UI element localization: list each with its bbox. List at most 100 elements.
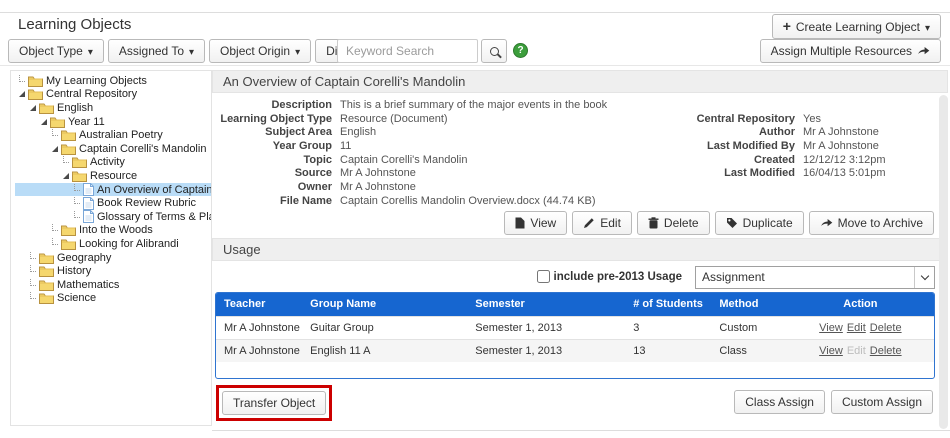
- tree-item-label: Into the Woods: [79, 224, 153, 236]
- delete-button-label: Delete: [664, 216, 699, 230]
- folder-icon: [72, 170, 87, 182]
- delete-link[interactable]: Delete: [870, 345, 902, 357]
- tree-item-central-repository[interactable]: Central Repository: [15, 88, 211, 102]
- move-to-archive-button-label: Move to Archive: [838, 216, 923, 230]
- annotation-highlight-box: Transfer Object: [216, 385, 332, 421]
- detail-value: [795, 181, 944, 195]
- detail-value: This is a brief summary of the major eve…: [332, 99, 577, 113]
- tree-collapse-toggle[interactable]: [61, 170, 71, 182]
- tree-item-geography[interactable]: Geography: [15, 251, 211, 265]
- detail-value: Mr A Johnstone: [795, 140, 944, 154]
- tree-connector: [50, 129, 60, 141]
- column-header-method: Method: [711, 293, 786, 316]
- select-dropdown-button[interactable]: [914, 267, 934, 288]
- tree-item-label: Year 11: [68, 116, 105, 128]
- view-button[interactable]: View: [504, 211, 567, 235]
- tree-item-label: Science: [57, 292, 96, 304]
- duplicate-button[interactable]: Duplicate: [715, 211, 804, 235]
- detail-label: Central Repository: [577, 113, 795, 127]
- detail-value: [795, 99, 944, 113]
- custom-assign-button[interactable]: Custom Assign: [831, 390, 933, 414]
- tree-connector: [72, 184, 82, 196]
- move-to-archive-button[interactable]: Move to Archive: [809, 211, 934, 235]
- folder-icon: [61, 238, 76, 250]
- table-cell: Custom: [711, 316, 786, 339]
- tree-item-an-overview-of-captain-corelli-s-mandolin[interactable]: An Overview of Captain Corelli's Mandoli…: [15, 183, 211, 197]
- usage-type-select[interactable]: Assignment: [695, 266, 935, 289]
- tree-item-label: Central Repository: [46, 88, 137, 100]
- edit-icon: [583, 217, 595, 229]
- tree-connector: [61, 156, 71, 168]
- view-link[interactable]: View: [819, 345, 843, 357]
- table-cell: Semester 1, 2013: [467, 316, 625, 339]
- filter-label: Object Type: [19, 44, 83, 58]
- tree-item-my-learning-objects[interactable]: My Learning Objects: [15, 74, 211, 88]
- usage-type-select-value: Assignment: [696, 267, 914, 288]
- table-row: Mr A JohnstoneGuitar GroupSemester 1, 20…: [216, 316, 934, 339]
- usage-table: TeacherGroup NameSemester# of StudentsMe…: [216, 293, 934, 362]
- detail-value: Yes: [795, 113, 944, 127]
- filter-button-assigned-to[interactable]: Assigned To: [108, 39, 205, 63]
- table-row: Mr A JohnstoneEnglish 11 ASemester 1, 20…: [216, 339, 934, 362]
- tree-connector: [50, 238, 60, 250]
- tree-collapse-toggle[interactable]: [17, 88, 27, 100]
- column-header-teacher: Teacher: [216, 293, 302, 316]
- tree-item-activity[interactable]: Activity: [15, 156, 211, 170]
- view-link[interactable]: View: [819, 322, 843, 334]
- search-button[interactable]: [481, 39, 507, 63]
- assign-multiple-resources-button[interactable]: Assign Multiple Resources: [760, 39, 941, 63]
- tree-item-looking-for-alibrandi[interactable]: Looking for Alibrandi: [15, 237, 211, 251]
- learning-objects-page: Learning Objects Create Learning Object …: [0, 0, 950, 438]
- learning-objects-tree: My Learning ObjectsCentral RepositoryEng…: [10, 70, 212, 426]
- bottom-divider: [212, 430, 950, 431]
- detail-label: Last Modified By: [577, 140, 795, 154]
- folder-icon: [39, 292, 54, 304]
- filter-button-object-origin[interactable]: Object Origin: [209, 39, 311, 63]
- filter-label: Object Origin: [220, 44, 290, 58]
- tree-item-year-11[interactable]: Year 11: [15, 115, 211, 129]
- delete-button[interactable]: Delete: [637, 211, 710, 235]
- tree-item-captain-corelli-s-mandolin[interactable]: Captain Corelli's Mandolin: [15, 142, 211, 156]
- detail-action-buttons: ViewEdit Delete Duplicate Move to Archive: [504, 211, 934, 235]
- folder-icon: [39, 252, 54, 264]
- action-cell: ViewEditDelete: [787, 339, 934, 362]
- tree-item-australian-poetry[interactable]: Australian Poetry: [15, 128, 211, 142]
- duplicate-icon: [726, 217, 738, 229]
- tree-collapse-toggle[interactable]: [50, 143, 60, 155]
- keyword-search-input[interactable]: [337, 39, 478, 63]
- tree-collapse-toggle[interactable]: [28, 102, 38, 114]
- scrollbar-track[interactable]: [939, 95, 948, 429]
- document-icon: [83, 183, 94, 196]
- tree-item-science[interactable]: Science: [15, 292, 211, 306]
- tree-item-glossary-of-terms-places[interactable]: Glossary of Terms & Places: [15, 210, 211, 224]
- help-icon[interactable]: [513, 43, 528, 58]
- tree-connector: [50, 224, 60, 236]
- transfer-object-button[interactable]: Transfer Object: [222, 391, 326, 415]
- detail-value: Captain Corelli's Mandolin: [332, 154, 577, 168]
- action-cell: View Edit Delete: [787, 316, 934, 339]
- tree-item-label: Activity: [90, 156, 125, 168]
- detail-label: Author: [577, 126, 795, 140]
- tree-item-mathematics[interactable]: Mathematics: [15, 278, 211, 292]
- tree-item-into-the-woods[interactable]: Into the Woods: [15, 224, 211, 238]
- tree-collapse-toggle[interactable]: [39, 116, 49, 128]
- edit-link[interactable]: Edit: [847, 322, 866, 334]
- detail-value: 12/12/12 3:12pm: [795, 154, 944, 168]
- class-assign-button[interactable]: Class Assign: [734, 390, 825, 414]
- delete-link[interactable]: Delete: [870, 322, 902, 334]
- usage-panel-header: Usage: [212, 238, 948, 261]
- tree-item-label: Geography: [57, 252, 111, 264]
- tree-item-resource[interactable]: Resource: [15, 169, 211, 183]
- tree-item-history[interactable]: History: [15, 264, 211, 278]
- create-learning-object-button[interactable]: Create Learning Object: [772, 14, 941, 39]
- include-pre-2013-checkbox[interactable]: [537, 270, 550, 283]
- tree-item-book-review-rubric[interactable]: Book Review Rubric: [15, 196, 211, 210]
- detail-value: 16/04/13 5:01pm: [795, 167, 944, 181]
- tree-item-label: My Learning Objects: [46, 75, 147, 87]
- filter-button-object-type[interactable]: Object Type: [8, 39, 104, 63]
- tree-item-english[interactable]: English: [15, 101, 211, 115]
- edit-button[interactable]: Edit: [572, 211, 632, 235]
- detail-label: Topic: [212, 154, 332, 168]
- create-learning-object-label: Create Learning Object: [796, 20, 920, 34]
- assign-multiple-resources-label: Assign Multiple Resources: [771, 44, 912, 58]
